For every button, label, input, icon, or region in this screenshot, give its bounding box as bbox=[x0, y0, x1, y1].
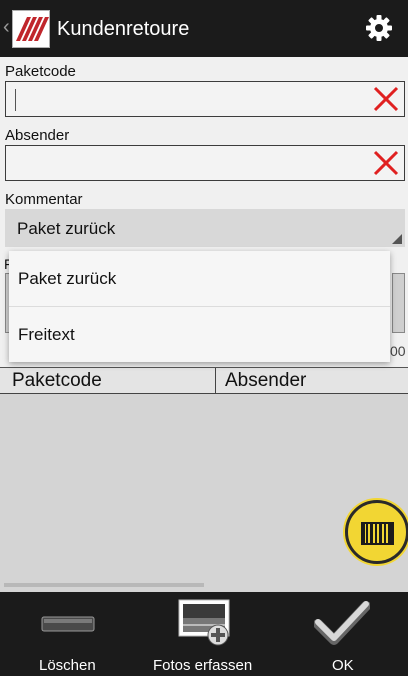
absender-input[interactable] bbox=[5, 145, 405, 181]
take-photos-label: Fotos erfassen bbox=[153, 657, 253, 674]
paketcode-label: Paketcode bbox=[5, 63, 76, 80]
hidden-field-edge-right bbox=[392, 273, 405, 333]
delete-button[interactable]: Löschen bbox=[0, 592, 136, 676]
horizontal-scrollbar[interactable] bbox=[4, 583, 204, 587]
kommentar-selected: Paket zurück bbox=[17, 219, 116, 238]
dropdown-option-label: Freitext bbox=[18, 325, 75, 344]
app-bar: ‹ Kundenretoure bbox=[0, 0, 408, 57]
column-divider bbox=[215, 368, 216, 395]
dropdown-option[interactable]: Paket zurück bbox=[9, 251, 390, 306]
list-area[interactable] bbox=[0, 394, 408, 592]
absender-label: Absender bbox=[5, 127, 70, 144]
clear-absender-icon[interactable] bbox=[372, 149, 400, 177]
page-title: Kundenretoure bbox=[57, 18, 190, 40]
column-paketcode[interactable]: Paketcode bbox=[12, 370, 102, 392]
ok-button[interactable]: OK bbox=[272, 592, 408, 676]
dropdown-option-label: Paket zurück bbox=[18, 269, 117, 288]
spinner-arrow-icon bbox=[392, 234, 402, 244]
logo-icon bbox=[13, 11, 49, 47]
table-header: Paketcode Absender bbox=[0, 367, 408, 395]
kommentar-spinner[interactable]: Paket zurück bbox=[5, 209, 405, 247]
barcode-icon bbox=[361, 522, 394, 545]
kommentar-dropdown: Paket zurück Freitext bbox=[9, 251, 390, 362]
checkmark-icon bbox=[314, 601, 370, 645]
scan-barcode-button[interactable] bbox=[345, 500, 408, 564]
delete-label: Löschen bbox=[39, 657, 96, 674]
paketcode-input[interactable] bbox=[5, 81, 405, 117]
ok-label: OK bbox=[332, 657, 354, 674]
gear-icon[interactable] bbox=[364, 13, 394, 43]
dropdown-option[interactable]: Freitext bbox=[9, 307, 390, 362]
back-chevron-icon[interactable]: ‹ bbox=[3, 17, 10, 37]
add-photo-icon bbox=[178, 599, 230, 646]
app-logo[interactable] bbox=[12, 10, 50, 48]
minus-icon bbox=[41, 616, 95, 632]
text-cursor bbox=[15, 89, 16, 111]
clear-paketcode-icon[interactable] bbox=[372, 85, 400, 113]
bottom-action-bar: Löschen Fotos erfassen OK bbox=[0, 592, 408, 676]
partial-text: 00 bbox=[390, 343, 406, 359]
kommentar-label: Kommentar bbox=[5, 191, 83, 208]
column-absender[interactable]: Absender bbox=[225, 370, 306, 392]
take-photos-button[interactable]: Fotos erfassen bbox=[136, 592, 272, 676]
